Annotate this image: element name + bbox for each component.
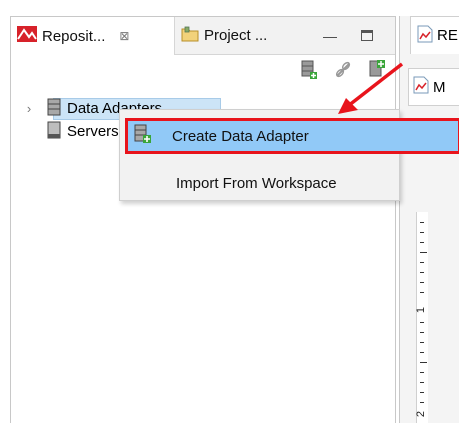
- menu-item-create-data-adapter[interactable]: Create Data Adapter: [125, 118, 459, 154]
- servers-icon: [47, 121, 61, 143]
- minimize-icon[interactable]: —: [323, 29, 337, 43]
- tab-report[interactable]: RE: [410, 16, 459, 54]
- close-icon[interactable]: ⊠: [119, 29, 129, 43]
- tab-main[interactable]: M: [408, 68, 459, 106]
- report-icon: [417, 25, 433, 47]
- chevron-right-icon[interactable]: ›: [19, 101, 39, 116]
- maximize-icon[interactable]: [361, 30, 373, 42]
- tab-repository[interactable]: Reposit... ⊠: [11, 17, 175, 55]
- tab-bar-filler: [301, 17, 395, 55]
- context-menu: Create Data Adapter Import From Workspac…: [119, 109, 459, 201]
- new-data-adapter-toolbar-icon[interactable]: [299, 60, 319, 83]
- vertical-ruler: 1 2: [415, 212, 428, 423]
- menu-item-import-from-workspace[interactable]: Import From Workspace: [120, 165, 399, 201]
- tab-report-label: RE: [437, 27, 458, 44]
- create-data-adapter-icon: [134, 124, 152, 148]
- menu-item-label: Import From Workspace: [176, 174, 337, 192]
- annotation-arrow-icon: [338, 62, 404, 114]
- data-adapters-icon: [47, 98, 61, 120]
- tab-project[interactable]: Project ...: [175, 17, 301, 55]
- tree-item-label: Servers: [67, 123, 119, 140]
- tab-main-label: M: [433, 78, 446, 96]
- report-icon: [413, 76, 429, 98]
- jaspersoft-logo-icon: [17, 26, 37, 46]
- project-folder-icon: [181, 26, 199, 46]
- tab-repository-label: Reposit...: [42, 27, 106, 45]
- ruler-label: 2: [415, 410, 428, 418]
- ruler-label: 1: [415, 306, 428, 314]
- menu-item-label: Create Data Adapter: [172, 127, 309, 145]
- view-tab-bar: Reposit... ⊠ Project ... —: [11, 17, 395, 55]
- tab-project-label: Project ...: [204, 27, 268, 44]
